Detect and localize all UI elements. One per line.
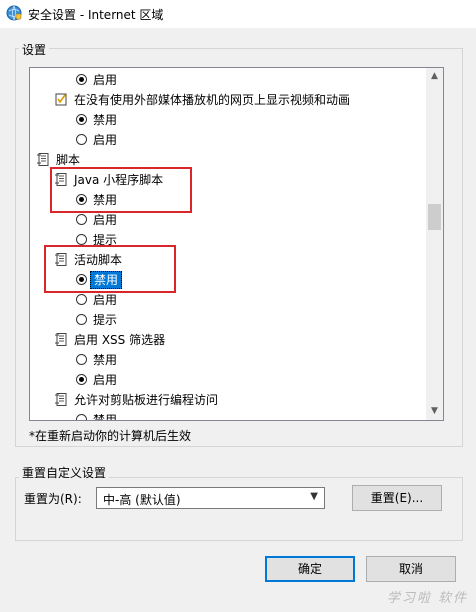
- scroll-down-arrow-icon[interactable]: ▼: [426, 403, 443, 420]
- radio-unchecked-icon[interactable]: [76, 134, 87, 145]
- restart-note: *在重新启动你的计算机后生效: [29, 429, 192, 443]
- scroll-up-arrow-icon[interactable]: ▲: [426, 68, 443, 85]
- reset-group-label: 重置自定义设置: [19, 464, 110, 481]
- radio-checked-icon[interactable]: [76, 374, 87, 385]
- radio-unchecked-icon[interactable]: [76, 214, 87, 225]
- script-icon: [55, 253, 67, 266]
- settings-list[interactable]: 启用 在没有使用外部媒体播放机的网页上显示视频和动画 禁用 启用 脚本 Java 小程序脚…: [29, 67, 444, 421]
- radio-label[interactable]: 启用: [93, 370, 117, 390]
- radio-unchecked-icon[interactable]: [76, 234, 87, 245]
- setting-label: 在没有使用外部媒体播放机的网页上显示视频和动画: [74, 93, 351, 107]
- radio-checked-icon[interactable]: [76, 114, 87, 125]
- setting-label: 活动脚本: [74, 253, 123, 267]
- radio-unchecked-icon[interactable]: [76, 294, 87, 305]
- radio-label[interactable]: 禁用: [93, 350, 117, 370]
- setting-label: 允许对剪贴板进行编程访问: [74, 393, 219, 407]
- settings-group-label: 设置: [19, 41, 50, 58]
- checkbox-setting-icon: [55, 93, 67, 106]
- vertical-scrollbar[interactable]: ▲ ▼: [426, 68, 443, 420]
- setting-label: 启用 XSS 筛选器: [74, 333, 166, 347]
- category-label: 脚本: [56, 153, 81, 167]
- globe-shield-icon: [6, 5, 22, 21]
- reset-level-select[interactable]: 中-高 (默认值) ▼: [96, 487, 325, 509]
- reset-level-value: 中-高 (默认值): [103, 493, 181, 507]
- radio-label[interactable]: 禁用: [93, 110, 117, 130]
- script-icon: [55, 333, 67, 346]
- ok-button[interactable]: 确定: [265, 556, 355, 582]
- radio-checked-icon[interactable]: [76, 74, 87, 85]
- radio-label[interactable]: 提示: [93, 310, 117, 330]
- script-icon: [55, 173, 67, 186]
- radio-label[interactable]: 启用: [93, 210, 117, 230]
- setting-label: Java 小程序脚本: [74, 173, 164, 187]
- cancel-button[interactable]: 取消: [366, 556, 456, 582]
- radio-unchecked-icon[interactable]: [76, 354, 87, 365]
- watermark-logo: 学习啦 软件: [386, 591, 468, 606]
- radio-label[interactable]: 提示: [93, 230, 117, 250]
- radio-label[interactable]: 启用: [93, 290, 117, 310]
- window-title: 安全设置 - Internet 区域: [28, 8, 164, 22]
- radio-unchecked-icon[interactable]: [76, 414, 87, 420]
- radio-checked-icon[interactable]: [76, 274, 87, 285]
- scroll-thumb[interactable]: [428, 204, 441, 230]
- title-bar: 安全设置 - Internet 区域: [0, 0, 476, 28]
- chevron-down-icon: ▼: [310, 491, 318, 502]
- script-icon: [55, 393, 67, 406]
- radio-label[interactable]: 禁用: [93, 190, 117, 210]
- reset-to-label: 重置为(R):: [24, 492, 82, 506]
- radio-label[interactable]: 禁用: [93, 410, 117, 420]
- script-icon: [37, 153, 49, 166]
- radio-checked-icon[interactable]: [76, 194, 87, 205]
- radio-label[interactable]: 启用: [93, 70, 117, 90]
- radio-label[interactable]: 启用: [93, 130, 117, 150]
- reset-button[interactable]: 重置(E)...: [352, 485, 442, 511]
- radio-label[interactable]: 禁用: [90, 271, 123, 289]
- radio-unchecked-icon[interactable]: [76, 314, 87, 325]
